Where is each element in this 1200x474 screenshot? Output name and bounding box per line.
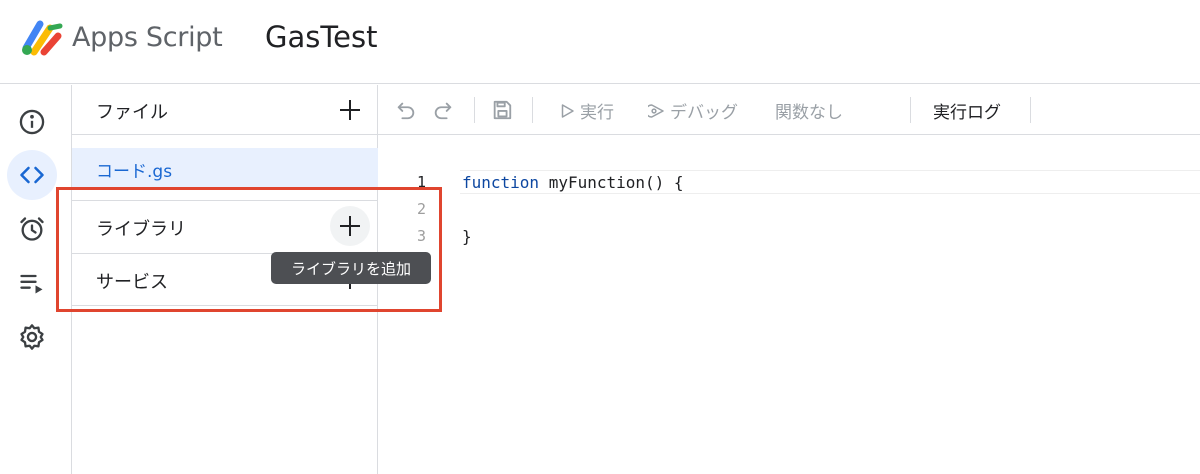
services-label: サービス (96, 272, 168, 293)
run-label: 実行 (580, 103, 614, 123)
code-line[interactable]: } (462, 227, 472, 246)
toolbar-separator (910, 97, 911, 123)
playlist-icon (20, 274, 43, 294)
save-button[interactable] (488, 96, 516, 124)
redo-button[interactable] (429, 96, 457, 124)
function-select-value: 関数なし (775, 103, 843, 123)
app-name: Apps Script (72, 22, 223, 53)
gear-icon (20, 324, 44, 350)
libraries-label: ライブラリ (96, 219, 186, 240)
executions-button[interactable] (7, 258, 57, 308)
section-divider (72, 305, 378, 306)
add-library-tooltip: ライブラリを追加 (271, 252, 431, 284)
code-line[interactable]: function myFunction() { (462, 173, 684, 192)
execution-log-label: 実行ログ (933, 103, 1001, 123)
code-icon (20, 166, 44, 184)
toolbar-separator (1030, 97, 1031, 123)
code-text: myFunction() { (539, 173, 684, 192)
code-editor[interactable]: 1 function myFunction() { 2 3 } (378, 136, 1200, 474)
line-number: 1 (416, 173, 426, 191)
plus-icon (340, 216, 360, 236)
alarm-clock-icon (20, 217, 44, 241)
debug-button[interactable]: デバッグ (648, 98, 738, 123)
editor-toolbar: 実行 デバッグ 関数なし 実行ログ (378, 85, 1200, 135)
editor-button[interactable] (7, 150, 57, 200)
libraries-section: ライブラリ (72, 200, 378, 252)
line-number: 3 (416, 227, 426, 245)
run-button[interactable]: 実行 (558, 98, 614, 123)
code-keyword: function (462, 173, 540, 192)
save-icon (493, 100, 512, 120)
debug-icon (648, 103, 664, 118)
toolbar-separator (474, 97, 475, 123)
overview-button[interactable] (7, 97, 57, 147)
debug-label: デバッグ (670, 103, 738, 123)
top-bar: Apps Script GasTest (0, 0, 1200, 84)
undo-icon (397, 102, 415, 120)
project-name[interactable]: GasTest (265, 20, 377, 54)
plus-icon (340, 100, 360, 120)
info-icon (19, 109, 45, 135)
files-header: ファイル (72, 85, 378, 135)
triggers-button[interactable] (7, 204, 57, 254)
file-item-code-gs[interactable]: コード.gs (72, 148, 378, 188)
toolbar-separator (532, 97, 533, 123)
play-icon (561, 103, 574, 118)
left-nav-rail (0, 85, 72, 474)
add-file-button[interactable] (330, 90, 370, 130)
line-number: 2 (416, 200, 426, 218)
files-label: ファイル (96, 102, 168, 123)
code-text: } (462, 227, 472, 246)
apps-script-logo-icon[interactable] (20, 18, 64, 58)
redo-icon (434, 102, 452, 120)
add-library-button[interactable] (330, 206, 370, 246)
execution-log-button[interactable]: 実行ログ (933, 98, 1001, 123)
undo-button[interactable] (392, 96, 420, 124)
file-name: コード.gs (96, 162, 173, 182)
settings-button[interactable] (7, 312, 57, 362)
function-select[interactable]: 関数なし (775, 98, 843, 123)
